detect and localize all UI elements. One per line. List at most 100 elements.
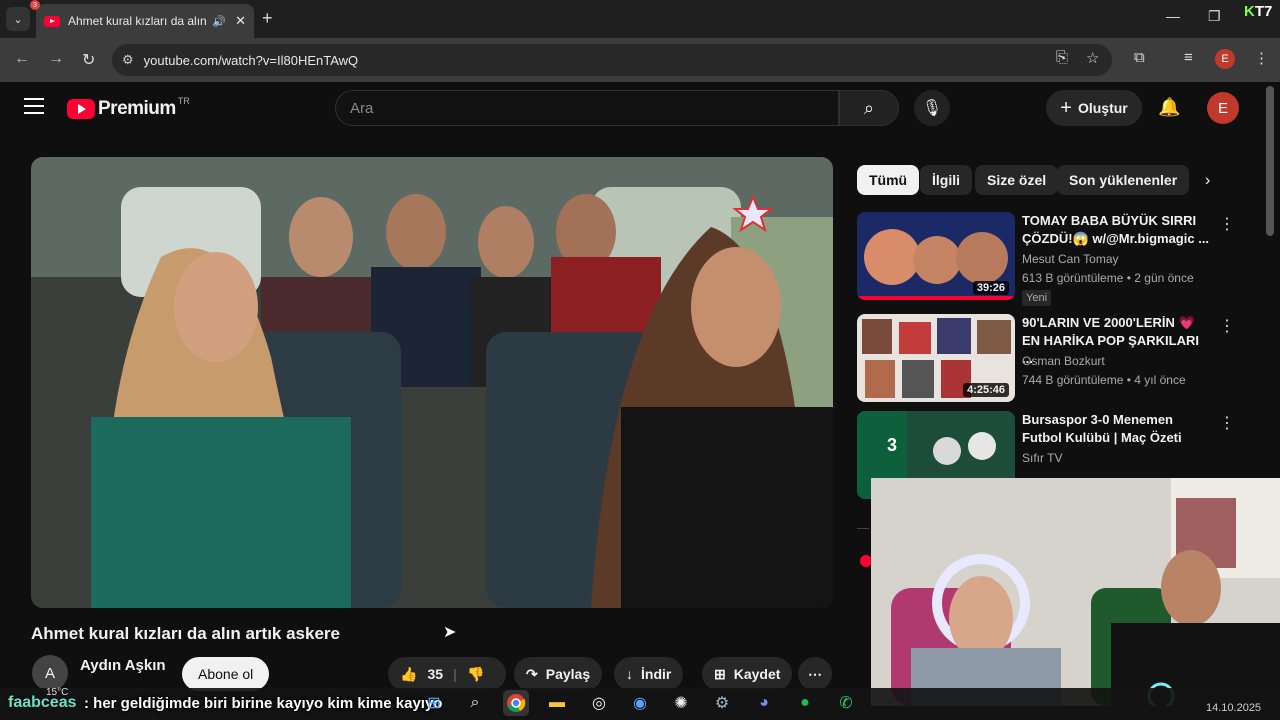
webcam-image (871, 478, 1280, 706)
logo-text: Premium (98, 98, 176, 119)
like-count[interactable]: 35 (427, 666, 443, 682)
search-icon[interactable]: ⌕ (462, 690, 488, 716)
download-icon: ↓ (626, 666, 633, 682)
tab-search-button[interactable]: ⌄ (6, 7, 30, 31)
chat-username: faabceas (8, 694, 77, 711)
close-tab-icon[interactable]: ✕ (235, 13, 246, 29)
share-label: Paylaş (545, 666, 591, 682)
dislike-icon[interactable]: 👎 (467, 666, 484, 683)
like-dislike-group: 👍 35 | 👎 (388, 657, 506, 691)
recommendation-title[interactable]: Bursaspor 3-0 Menemen Futbol Kulübü | Ma… (1022, 411, 1212, 447)
logo-number: T7 (1254, 3, 1273, 20)
mouse-cursor-icon: ➤ (443, 624, 457, 641)
download-button[interactable]: ↓ İndir (614, 657, 684, 691)
chatgpt-icon[interactable]: ✺ (668, 690, 694, 716)
list-item[interactable]: 4:25:46 90'LARIN VE 2000'LERİN 💗 EN HARİ… (857, 314, 1257, 408)
video-duration: 4:25:46 (963, 383, 1009, 397)
bookmark-star-icon[interactable]: ☆ (1086, 49, 1099, 67)
extensions-icon[interactable]: ⧉ (1134, 49, 1145, 66)
save-button[interactable]: ⊞ Kaydet (702, 657, 793, 691)
weather-notification-badge: 3 (30, 0, 40, 10)
more-options-icon[interactable]: ⋮ (1219, 413, 1235, 433)
app-icon[interactable]: ◉ (627, 690, 653, 716)
recommendation-channel[interactable]: Osman Bozkurt (1022, 354, 1105, 368)
new-tab-button[interactable]: + (262, 8, 273, 29)
windows-start-icon[interactable]: ⊞ (421, 690, 447, 716)
voice-search-button[interactable]: 🎙 (914, 90, 950, 126)
new-badge: Yeni (1022, 290, 1052, 306)
browser-toolbar: ← → ↻ ⚙ youtube.com/watch?v=Il80HEnTAwQ … (0, 38, 1280, 82)
chip-for-you[interactable]: Size özel (975, 165, 1059, 195)
search-button[interactable]: ⌕ (839, 90, 899, 126)
channel-avatar[interactable]: A (32, 655, 68, 691)
steam-icon[interactable]: ⚙ (709, 690, 735, 716)
more-actions-icon[interactable]: ⋯ (798, 657, 832, 691)
more-options-icon[interactable]: ⋮ (1219, 214, 1235, 234)
svg-text:3: 3 (887, 435, 897, 455)
app-icon[interactable]: ◎ (586, 690, 612, 716)
address-bar[interactable]: ⚙ youtube.com/watch?v=Il80HEnTAwQ (112, 44, 1112, 76)
taskbar-date: 14.10.2025 (1206, 702, 1262, 714)
search-input[interactable]: Ara (335, 90, 839, 126)
video-thumbnail[interactable]: 39:26 (857, 212, 1015, 300)
logo-k: K (1244, 3, 1255, 20)
youtube-favicon-icon (44, 15, 60, 27)
browser-tab[interactable]: Ahmet kural kızları da alın a 🔊 ✕ (36, 4, 254, 38)
youtube-premium-logo[interactable]: Premium TR (67, 96, 190, 120)
recommendation-channel[interactable]: Sıfır TV (1022, 451, 1062, 465)
channel-logo-watermark: KT7 (1244, 3, 1272, 20)
menu-icon[interactable] (24, 98, 44, 114)
recommendation-channel[interactable]: Mesut Can Tomay (1022, 252, 1119, 266)
list-item[interactable]: 39:26 TOMAY BABA BÜYÜK SIRRI ÇÖZDÜ!😱 w/@… (857, 212, 1257, 306)
chrome-logo (507, 694, 526, 712)
channel-name[interactable]: Aydın Aşkın (80, 657, 166, 674)
video-title: Ahmet kural kızları da alın artık askere (31, 624, 340, 643)
video-duration: 39:26 (972, 281, 1009, 295)
create-button[interactable]: + Oluştur (1046, 90, 1142, 126)
install-app-icon[interactable]: ⎘ (1056, 49, 1068, 66)
video-player[interactable] (31, 157, 833, 608)
tab-title: Ahmet kural kızları da alın a (68, 14, 208, 28)
share-button[interactable]: ↷ Paylaş (514, 657, 603, 691)
media-control-icon[interactable]: ≡ (1184, 49, 1193, 66)
browser-menu-icon[interactable]: ⋮ (1254, 49, 1269, 67)
back-icon[interactable]: ← (14, 50, 30, 68)
minimize-icon[interactable]: — (1166, 8, 1180, 24)
chevron-right-icon[interactable]: › (1205, 172, 1210, 190)
page-scrollbar[interactable] (1266, 86, 1274, 236)
webcam-overlay (871, 478, 1280, 706)
recommendation-meta: 744 B görüntüleme • 4 yıl önce (1022, 373, 1186, 387)
region-code: TR (177, 96, 190, 106)
plus-icon: + (1060, 96, 1072, 119)
discord-icon[interactable]: ◕ (751, 690, 777, 716)
more-options-icon[interactable]: ⋮ (1219, 316, 1235, 336)
forward-icon[interactable]: → (48, 50, 64, 68)
whatsapp-icon[interactable]: ✆ (833, 690, 859, 716)
share-icon: ↷ (526, 665, 538, 682)
notifications-bell-icon[interactable]: 🔔 (1158, 97, 1180, 118)
reload-icon[interactable]: ↻ (82, 50, 95, 70)
youtube-header: Premium TR Ara ⌕ 🎙 + Oluştur 🔔 E (0, 82, 1262, 134)
url-text: youtube.com/watch?v=Il80HEnTAwQ (143, 52, 359, 68)
speaker-icon[interactable]: 🔊 (212, 15, 226, 28)
browser-tab-strip: ⌄ Ahmet kural kızları da alın a 🔊 ✕ + — … (0, 0, 1280, 38)
download-label: İndir (641, 666, 672, 682)
chip-all[interactable]: Tümü (857, 165, 920, 195)
chrome-icon[interactable] (503, 690, 529, 716)
maximize-icon[interactable]: ❐ (1208, 8, 1221, 25)
subscribe-button[interactable]: Abone ol (182, 657, 270, 691)
browser-profile-avatar[interactable]: E (1215, 49, 1235, 69)
search-icon: ⌕ (863, 97, 875, 118)
chip-related[interactable]: İlgili (920, 165, 972, 195)
account-avatar[interactable]: E (1207, 92, 1239, 124)
chat-message: : her geldiğimde biri birine kayıyo kim … (84, 695, 443, 712)
chip-recently-uploaded[interactable]: Son yüklenenler (1057, 165, 1190, 195)
site-info-icon[interactable]: ⚙ (122, 52, 134, 68)
video-thumbnail[interactable]: 4:25:46 (857, 314, 1015, 402)
recommendation-title[interactable]: TOMAY BABA BÜYÜK SIRRI ÇÖZDÜ!😱 w/@Mr.big… (1022, 212, 1212, 248)
video-frame (31, 157, 833, 608)
like-icon[interactable]: 👍 (400, 666, 417, 683)
spotify-icon[interactable]: ● (792, 690, 818, 716)
file-explorer-icon[interactable]: ▬ (544, 690, 570, 716)
save-label: Kaydet (733, 666, 781, 682)
